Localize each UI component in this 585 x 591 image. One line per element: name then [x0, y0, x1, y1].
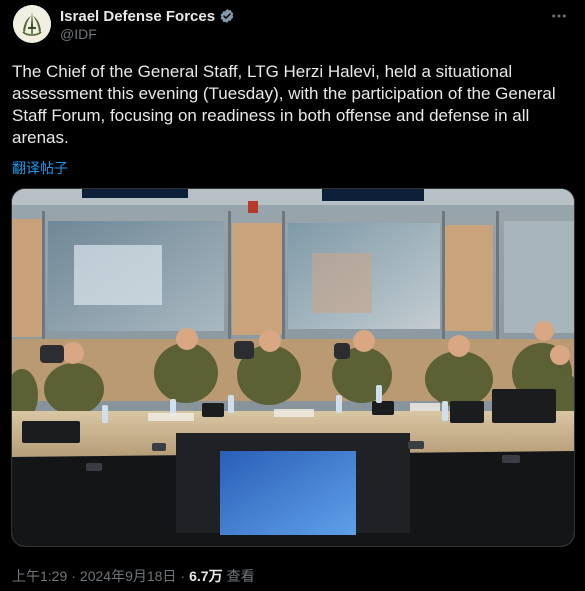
more-dots-icon: [552, 14, 566, 18]
author-handle[interactable]: @IDF: [60, 26, 97, 42]
views-count: 6.7万: [189, 568, 223, 584]
tweet-text: The Chief of the General Staff, LTG Herz…: [12, 62, 556, 147]
tweet-time[interactable]: 上午1:29: [12, 566, 67, 586]
tweet-photo[interactable]: [11, 188, 575, 547]
meta-separator-2: ·: [180, 568, 186, 584]
tweet-meta: 上午1:29 · 2024年9月18日 · 6.7万 查看: [12, 566, 255, 586]
avatar[interactable]: [13, 5, 51, 43]
idf-emblem-icon: [13, 5, 51, 43]
author-name-row: Israel Defense Forces: [60, 6, 235, 26]
views-label: 查看: [226, 568, 255, 584]
meta-separator: ·: [71, 568, 76, 584]
verified-badge-icon: [220, 9, 234, 23]
more-options-icon[interactable]: [547, 6, 571, 26]
author-display-name[interactable]: Israel Defense Forces: [60, 8, 215, 25]
photo-icon: [12, 189, 574, 546]
tweet-date[interactable]: 2024年9月18日: [80, 566, 177, 586]
translate-post-link[interactable]: 翻译帖子: [12, 158, 68, 178]
